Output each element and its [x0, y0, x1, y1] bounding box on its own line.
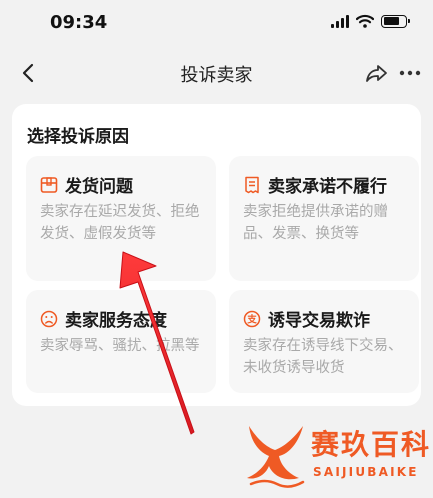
section-title: 选择投诉原因	[27, 127, 129, 147]
package-box-icon	[40, 176, 58, 193]
option-header: 卖家承诺不履行	[243, 172, 387, 197]
status-bar: 09:34	[0, 0, 433, 46]
option-description: 卖家辱骂、骚扰、拉黑等	[40, 338, 200, 354]
option-header: 卖家服务态度	[40, 306, 167, 331]
status-icons	[331, 14, 410, 28]
sad-face-icon	[40, 310, 58, 327]
cellular-signal-icon	[331, 14, 349, 28]
watermark: 赛玖百科 SAIJIUBAIKE	[243, 418, 429, 492]
wifi-icon	[356, 14, 374, 28]
receipt-list-icon	[245, 176, 259, 193]
option-title: 卖家承诺不履行	[268, 177, 387, 197]
watermark-title: 赛玖百科	[311, 428, 432, 461]
option-title: 发货问题	[65, 177, 133, 197]
option-description: 卖家存在诱导线下交易、未收货诱导收货	[243, 338, 403, 376]
whale-tail-logo-icon	[247, 426, 305, 488]
more-options-icon[interactable]	[397, 60, 423, 86]
badge-text: 支	[246, 313, 257, 325]
option-shipping-issue[interactable]: 发货问题 卖家存在延迟发货、拒绝发货、虚假发货等	[26, 156, 216, 281]
option-header: 发货问题	[40, 172, 133, 197]
option-header: 支 诱导交易欺诈	[243, 306, 370, 331]
share-icon[interactable]	[363, 60, 389, 86]
option-description: 卖家存在延迟发货、拒绝发货、虚假发货等	[40, 204, 200, 242]
option-title: 诱导交易欺诈	[268, 311, 370, 331]
option-promise-unfulfilled[interactable]: 卖家承诺不履行 卖家拒绝提供承诺的赠品、发票、换货等	[229, 156, 419, 281]
option-title: 卖家服务态度	[65, 311, 167, 331]
option-inducement-fraud[interactable]: 支 诱导交易欺诈 卖家存在诱导线下交易、未收货诱导收货	[229, 290, 419, 393]
nav-bar: 投诉卖家	[0, 50, 433, 96]
inducement-badge-icon: 支	[243, 310, 261, 327]
watermark-subtitle: SAIJIUBAIKE	[313, 465, 419, 479]
complaint-reason-card: 选择投诉原因 发货问题 卖家存在延迟发货、拒绝发货、虚假发货等 卖家承诺不履行 …	[12, 104, 421, 406]
option-description: 卖家拒绝提供承诺的赠品、发票、换货等	[243, 204, 388, 242]
battery-icon	[381, 14, 410, 28]
option-service-attitude[interactable]: 卖家服务态度 卖家辱骂、骚扰、拉黑等	[26, 290, 216, 393]
status-time: 09:34	[50, 12, 108, 33]
